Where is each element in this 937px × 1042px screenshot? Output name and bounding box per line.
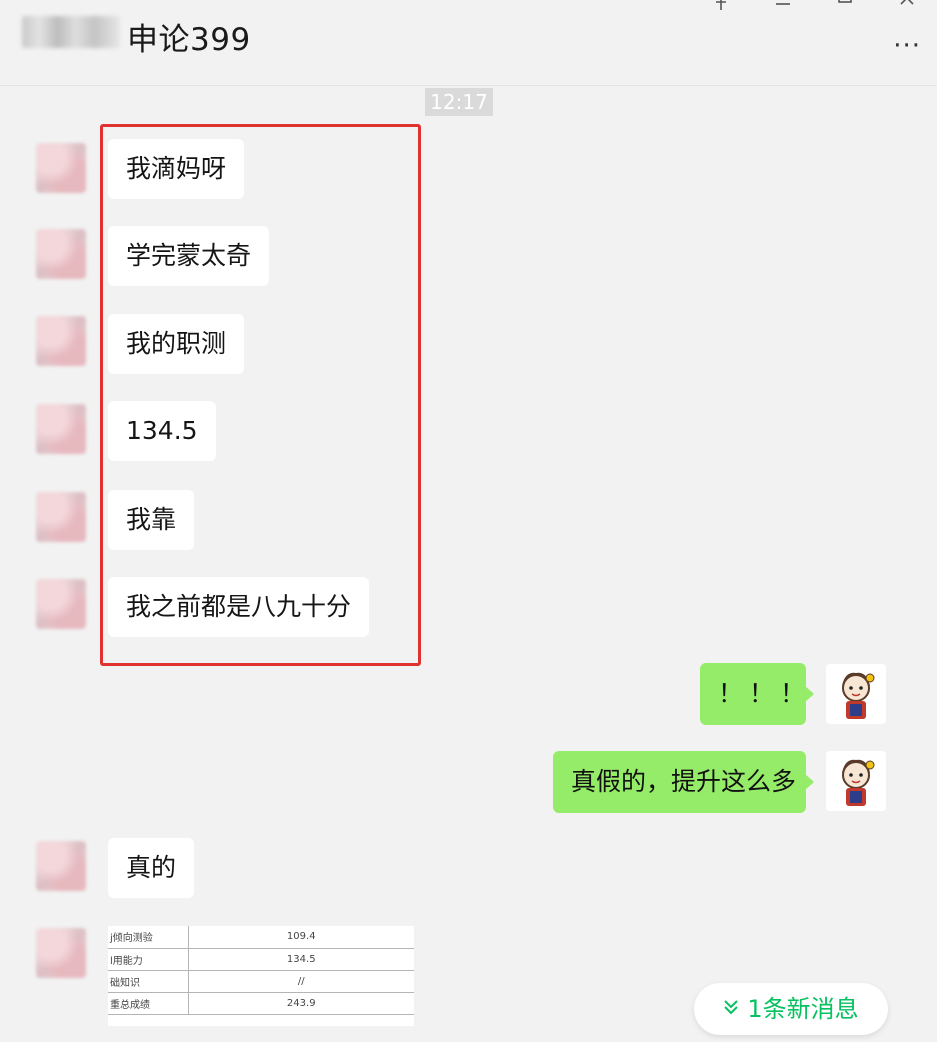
contact-avatar[interactable] bbox=[36, 841, 86, 891]
contact-avatar[interactable] bbox=[36, 404, 86, 454]
chat-header: 申论399 ··· bbox=[0, 0, 937, 86]
minimize-icon[interactable] bbox=[771, 0, 795, 10]
my-avatar[interactable] bbox=[826, 751, 886, 811]
pin-icon[interactable] bbox=[709, 0, 733, 10]
my-avatar[interactable] bbox=[826, 664, 886, 724]
contact-avatar[interactable] bbox=[36, 316, 86, 366]
contact-avatar[interactable] bbox=[36, 928, 86, 978]
received-message-bubble[interactable]: 我滴妈呀 bbox=[108, 139, 245, 199]
contact-avatar[interactable] bbox=[36, 492, 86, 542]
score-label: l用能力 bbox=[108, 948, 189, 971]
received-message-bubble[interactable]: 134.5 bbox=[108, 401, 216, 461]
score-label: j倾向测验 bbox=[108, 926, 189, 949]
table-row: 础知识 // bbox=[108, 970, 414, 993]
received-message-bubble[interactable]: 我靠 bbox=[108, 490, 195, 550]
window-controls bbox=[709, 0, 919, 10]
new-message-button[interactable]: 1条新消息 bbox=[694, 983, 888, 1035]
score-label: 础知识 bbox=[108, 970, 189, 993]
score-label: 重总成绩 bbox=[108, 992, 189, 1015]
contact-avatar[interactable] bbox=[36, 229, 86, 279]
table-row: 重总成绩 243.9 bbox=[108, 992, 414, 1015]
new-message-label: 1条新消息 bbox=[747, 995, 859, 1023]
close-icon[interactable] bbox=[895, 0, 919, 10]
table-row: l用能力 134.5 bbox=[108, 948, 414, 971]
cartoon-avatar-icon bbox=[826, 664, 886, 724]
contact-avatar[interactable] bbox=[36, 143, 86, 193]
sent-message-bubble[interactable]: 真假的，提升这么多 bbox=[553, 751, 814, 813]
contact-avatar[interactable] bbox=[36, 579, 86, 629]
double-chevron-down-icon bbox=[723, 984, 739, 1036]
score-value: // bbox=[188, 970, 414, 993]
more-options-icon[interactable]: ··· bbox=[893, 33, 921, 59]
cartoon-avatar-icon bbox=[826, 751, 886, 811]
message-timestamp: 12:17 bbox=[425, 88, 493, 116]
blurred-contact-name bbox=[22, 16, 120, 48]
sent-message-bubble[interactable]: ！！！ bbox=[700, 663, 814, 725]
received-message-bubble[interactable]: 真的 bbox=[108, 838, 195, 898]
chat-title: 申论399 bbox=[127, 22, 251, 58]
score-value: 134.5 bbox=[188, 948, 414, 971]
received-message-bubble[interactable]: 我之前都是八九十分 bbox=[108, 577, 370, 637]
score-table: j倾向测验 109.4 l用能力 134.5 础知识 // 重总成绩 243.9 bbox=[108, 926, 414, 1015]
maximize-icon[interactable] bbox=[833, 0, 857, 10]
score-screenshot-image[interactable]: j倾向测验 109.4 l用能力 134.5 础知识 // 重总成绩 243.9 bbox=[108, 926, 414, 1026]
score-value: 243.9 bbox=[188, 992, 414, 1015]
received-message-bubble[interactable]: 我的职测 bbox=[108, 314, 245, 374]
table-row: j倾向测验 109.4 bbox=[108, 926, 414, 949]
received-message-bubble[interactable]: 学完蒙太奇 bbox=[108, 226, 270, 286]
score-value: 109.4 bbox=[188, 926, 414, 949]
